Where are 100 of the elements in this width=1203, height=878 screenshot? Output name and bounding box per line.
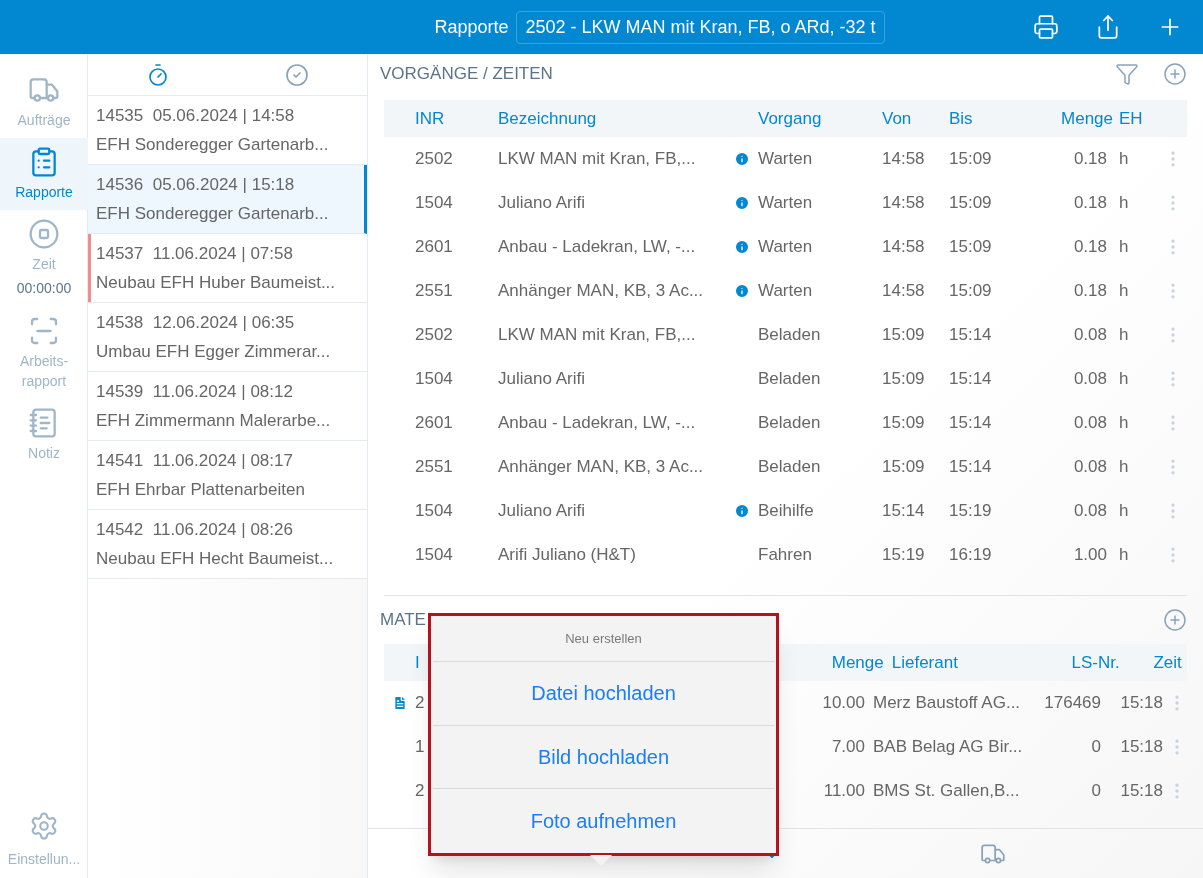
- table-cell-text: 1: [415, 736, 425, 759]
- column-header: Von: [882, 107, 913, 130]
- report-item[interactable]: 14538 12.06.2024 | 06:35 Umbau EFH Egger Zimmerar...: [88, 303, 367, 372]
- table-cell-text: Fahren: [758, 544, 813, 567]
- table-cell-text: Beihilfe: [758, 500, 815, 523]
- report-item[interactable]: 14539 11.06.2024 | 08:12 EFH Zimmermann Malerarbe...: [88, 372, 367, 441]
- info-icon[interactable]: [734, 195, 750, 211]
- info-icon[interactable]: [734, 151, 750, 167]
- report-header: 14536 05.06.2024 | 15:18: [96, 173, 296, 196]
- table-cell-text: 15:09: [949, 192, 993, 215]
- table-cell-text: 2: [415, 692, 425, 715]
- table-cell-text: 0.08: [1072, 500, 1107, 523]
- column-header: INR: [414, 107, 446, 130]
- table-cell-text: 10.00: [821, 692, 865, 715]
- table-cell-text: h: [1119, 324, 1130, 347]
- print-icon[interactable]: [1033, 14, 1059, 40]
- report-title: EFH Zimmermann Malerarbe...: [96, 410, 332, 432]
- table-cell-text: Beladen: [758, 324, 822, 347]
- table-cell-text: 0.08: [1072, 368, 1107, 391]
- sidebar-label: Notiz: [27, 444, 61, 463]
- sidebar-label: Aufträge: [16, 111, 72, 130]
- report-header: 14537 11.06.2024 | 07:58: [96, 242, 294, 265]
- report-item[interactable]: 14542 11.06.2024 | 08:26 Neubau EFH Hecht Baumeist...: [88, 510, 367, 579]
- table-cell-text: 15:14: [949, 324, 993, 347]
- table-cell-text: 0.18: [1072, 236, 1107, 259]
- table-cell-text: 0.18: [1072, 280, 1107, 303]
- column-header: LS-Nr.: [1070, 651, 1120, 674]
- info-icon[interactable]: [734, 239, 750, 255]
- table-cell-text: 14:58: [882, 192, 926, 215]
- report-header: 14535 05.06.2024 | 14:58: [96, 104, 296, 127]
- table-cell-text: 15:09: [882, 324, 926, 347]
- report-item[interactable]: 14537 11.06.2024 | 07:58 Neubau EFH Huber Baumeist...: [88, 234, 367, 303]
- table-cell-text: 0: [1090, 780, 1101, 803]
- table-cell-text: 15:09: [882, 412, 926, 435]
- table-cell-text: 7.00: [830, 736, 865, 759]
- table-cell-text: h: [1119, 456, 1130, 479]
- table-cell-text: 14:58: [882, 148, 926, 171]
- page-title: Rapporte: [434, 15, 509, 39]
- table-cell-text: h: [1119, 368, 1130, 391]
- sidebar-item[interactable]: Aufträge: [0, 66, 88, 138]
- report-item[interactable]: 14541 11.06.2024 | 08:17 EFH Ehrbar Plattenarbeiten: [88, 441, 367, 510]
- report-title: Neubau EFH Hecht Baumeist...: [96, 548, 335, 570]
- table-cell-text: Warten: [758, 236, 814, 259]
- report-item[interactable]: 14535 05.06.2024 | 14:58 EFH Sonderegger Gartenarb...: [88, 96, 367, 165]
- sidebar-item[interactable]: Rapporte: [0, 138, 88, 210]
- table-cell-text: h: [1119, 280, 1130, 303]
- sidebar-label: Zeit: [31, 255, 57, 274]
- info-icon[interactable]: [734, 503, 750, 519]
- menu-action[interactable]: Foto aufnehmen: [433, 789, 774, 853]
- table-cell-text: 15:19: [882, 544, 926, 567]
- table-cell-text: 15:19: [949, 500, 993, 523]
- report-header: 14542 11.06.2024 | 08:26: [96, 518, 294, 541]
- table-cell-text: 15:09: [949, 236, 993, 259]
- table-cell-text: Warten: [758, 280, 814, 303]
- sidebar-label: Einstellun...: [7, 850, 81, 869]
- column-header: Vorgang: [758, 107, 823, 130]
- table-cell-text: 15:18: [1119, 736, 1163, 759]
- report-item[interactable]: 14536 05.06.2024 | 15:18 EFH Sonderegger Gartenarb...: [88, 165, 367, 234]
- timer-text: 00:00:00: [16, 279, 72, 298]
- table-cell-text: h: [1119, 412, 1130, 435]
- table-cell-text: h: [1119, 500, 1130, 523]
- table-cell-text: 0.08: [1072, 324, 1107, 347]
- popover-title: Neu erstellen: [433, 616, 774, 662]
- info-icon[interactable]: [734, 283, 750, 299]
- table-cell-text: 1.00: [1072, 544, 1107, 567]
- share-icon[interactable]: [1095, 14, 1121, 40]
- add-icon[interactable]: [1163, 608, 1187, 632]
- filter-icon[interactable]: [1115, 62, 1139, 86]
- report-title: Umbau EFH Egger Zimmerar...: [96, 341, 332, 363]
- stop-icon: [28, 218, 60, 250]
- sidebar-item[interactable]: Einstellun...: [0, 811, 88, 878]
- scan-icon: [28, 315, 60, 347]
- table-cell-text: 2502: [414, 324, 454, 347]
- table-cell-text: h: [1119, 192, 1130, 215]
- table-cell-text: 15:14: [949, 368, 993, 391]
- table-cell-text: Anhänger MAN, KB, 3 Ac...: [498, 456, 705, 479]
- menu-action[interactable]: Datei hochladen: [433, 661, 774, 726]
- table-cell-text: LKW MAN mit Kran, FB,...: [498, 148, 697, 171]
- sidebar-item[interactable]: Arbeits-rapport: [0, 307, 88, 399]
- table-cell-text: 2601: [414, 236, 454, 259]
- table-cell-text: Anbau - Ladekran, LW, -...: [498, 236, 697, 259]
- report-header: 14539 11.06.2024 | 08:12: [96, 380, 294, 403]
- table-cell-text: 0.08: [1072, 412, 1107, 435]
- check-icon[interactable]: [285, 62, 310, 87]
- table-cell-text: 15:14: [949, 456, 993, 479]
- table-cell-text: Anhänger MAN, KB, 3 Ac...: [498, 280, 705, 303]
- table-cell-text: 15:09: [949, 280, 993, 303]
- table-cell-text: 2601: [414, 412, 454, 435]
- column-header: Bis: [949, 107, 974, 130]
- table-cell-text: 15:18: [1119, 780, 1163, 803]
- table-cell-text: 2551: [414, 456, 454, 479]
- add-icon[interactable]: [1163, 62, 1187, 86]
- table-cell-text: Juliano Arifi: [498, 500, 586, 523]
- sidebar-item[interactable]: Notiz: [0, 399, 88, 471]
- menu-action[interactable]: Bild hochladen: [433, 725, 774, 790]
- vehicle-selector[interactable]: 2502 - LKW MAN mit Kran, FB, o ARd, -32 t: [516, 10, 885, 44]
- sidebar-item[interactable]: Zeit 00:00:00: [0, 210, 88, 307]
- table-cell-text: 15:09: [882, 368, 926, 391]
- column-header: Bezeichnung: [498, 107, 598, 130]
- file-icon[interactable]: [391, 695, 408, 711]
